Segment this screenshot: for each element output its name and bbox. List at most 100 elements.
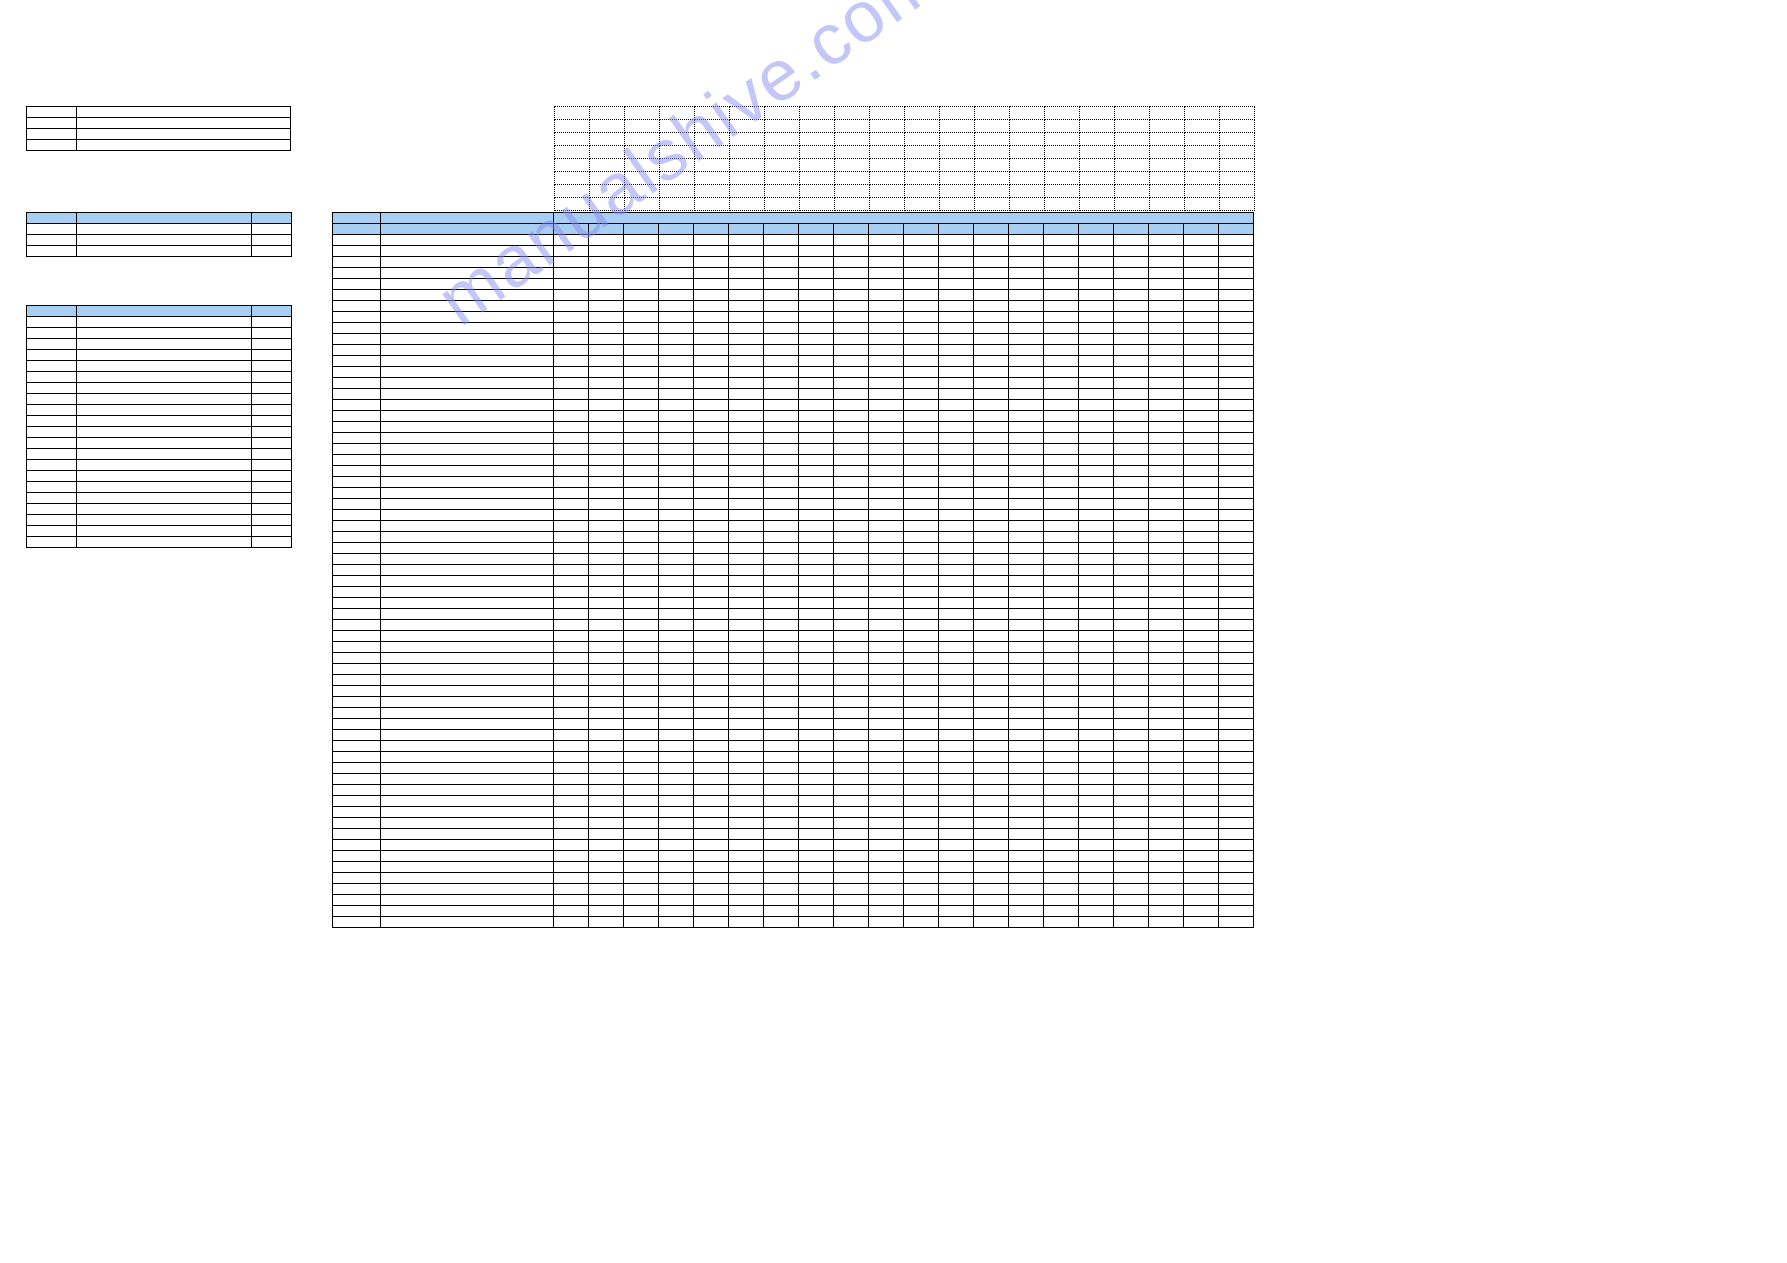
main-cell	[1114, 917, 1149, 928]
main-cell	[624, 785, 659, 796]
main-cell	[904, 576, 939, 587]
main-cell	[729, 884, 764, 895]
main-cell	[1044, 851, 1079, 862]
main-cell	[939, 499, 974, 510]
main-cell	[1009, 499, 1044, 510]
main-cell	[694, 829, 729, 840]
main-cell	[589, 367, 624, 378]
main-cell	[799, 697, 834, 708]
main-cell	[694, 917, 729, 928]
main-cell	[381, 257, 554, 268]
main-cell	[799, 246, 834, 257]
main-cell	[381, 477, 554, 488]
main-cell	[869, 906, 904, 917]
main-cell	[904, 290, 939, 301]
info-cell	[27, 107, 77, 118]
main-header2-cell	[764, 224, 799, 235]
main-cell	[1149, 587, 1184, 598]
main-cell	[659, 664, 694, 675]
main-cell	[869, 411, 904, 422]
dotted-cell	[940, 133, 975, 146]
main-cell	[764, 411, 799, 422]
main-cell	[974, 323, 1009, 334]
main-cell	[1149, 279, 1184, 290]
main-cell	[869, 301, 904, 312]
main-cell	[1149, 873, 1184, 884]
dotted-cell	[835, 107, 870, 120]
main-cell	[589, 840, 624, 851]
main-cell	[974, 521, 1009, 532]
main-cell	[333, 884, 381, 895]
main-cell	[764, 389, 799, 400]
main-cell	[1184, 477, 1219, 488]
main-cell	[1079, 521, 1114, 532]
main-cell	[869, 675, 904, 686]
main-cell	[1184, 664, 1219, 675]
main-cell	[904, 807, 939, 818]
main-cell	[589, 609, 624, 620]
main-cell	[381, 620, 554, 631]
main-cell	[1184, 367, 1219, 378]
main-cell	[939, 543, 974, 554]
main-cell	[1114, 895, 1149, 906]
main-cell	[1149, 895, 1184, 906]
main-cell	[729, 565, 764, 576]
main-cell	[589, 895, 624, 906]
main-cell	[694, 653, 729, 664]
main-cell	[799, 554, 834, 565]
main-cell	[834, 400, 869, 411]
main-cell	[1079, 455, 1114, 466]
main-cell	[1044, 510, 1079, 521]
main-cell	[1009, 697, 1044, 708]
main-cell	[869, 873, 904, 884]
main-cell	[1219, 422, 1254, 433]
main-cell	[764, 895, 799, 906]
dotted-cell	[660, 198, 695, 211]
main-cell	[1184, 532, 1219, 543]
dotted-cell	[765, 146, 800, 159]
main-cell	[1149, 840, 1184, 851]
main-cell	[554, 730, 589, 741]
main-cell	[659, 323, 694, 334]
main-cell	[694, 576, 729, 587]
dotted-cell	[1185, 120, 1220, 133]
main-cell	[1149, 664, 1184, 675]
main-cell	[1149, 862, 1184, 873]
main-cell	[333, 862, 381, 873]
main-cell	[1184, 906, 1219, 917]
main-cell	[333, 906, 381, 917]
main-cell	[904, 554, 939, 565]
main-header2-cell	[554, 224, 589, 235]
main-cell	[939, 708, 974, 719]
main-cell	[694, 565, 729, 576]
main-cell	[764, 763, 799, 774]
main-cell	[589, 554, 624, 565]
main-cell	[1149, 785, 1184, 796]
main-cell	[1184, 400, 1219, 411]
main-cell	[1149, 752, 1184, 763]
dotted-cell	[940, 172, 975, 185]
main-cell	[1079, 367, 1114, 378]
dotted-cell	[905, 185, 940, 198]
main-cell	[333, 257, 381, 268]
main-cell	[333, 521, 381, 532]
list-table-cell	[27, 482, 77, 493]
list-table-cell	[77, 339, 252, 350]
main-cell	[1114, 565, 1149, 576]
main-cell	[974, 708, 1009, 719]
main-cell	[869, 521, 904, 532]
main-cell	[1044, 477, 1079, 488]
main-cell	[694, 840, 729, 851]
main-cell	[1009, 235, 1044, 246]
list-table-cell	[252, 515, 292, 526]
main-cell	[694, 389, 729, 400]
main-cell	[764, 785, 799, 796]
main-cell	[869, 268, 904, 279]
main-cell	[694, 356, 729, 367]
main-cell	[381, 268, 554, 279]
main-cell	[1114, 532, 1149, 543]
main-cell	[1044, 741, 1079, 752]
main-cell	[939, 653, 974, 664]
main-cell	[694, 763, 729, 774]
main-cell	[729, 675, 764, 686]
